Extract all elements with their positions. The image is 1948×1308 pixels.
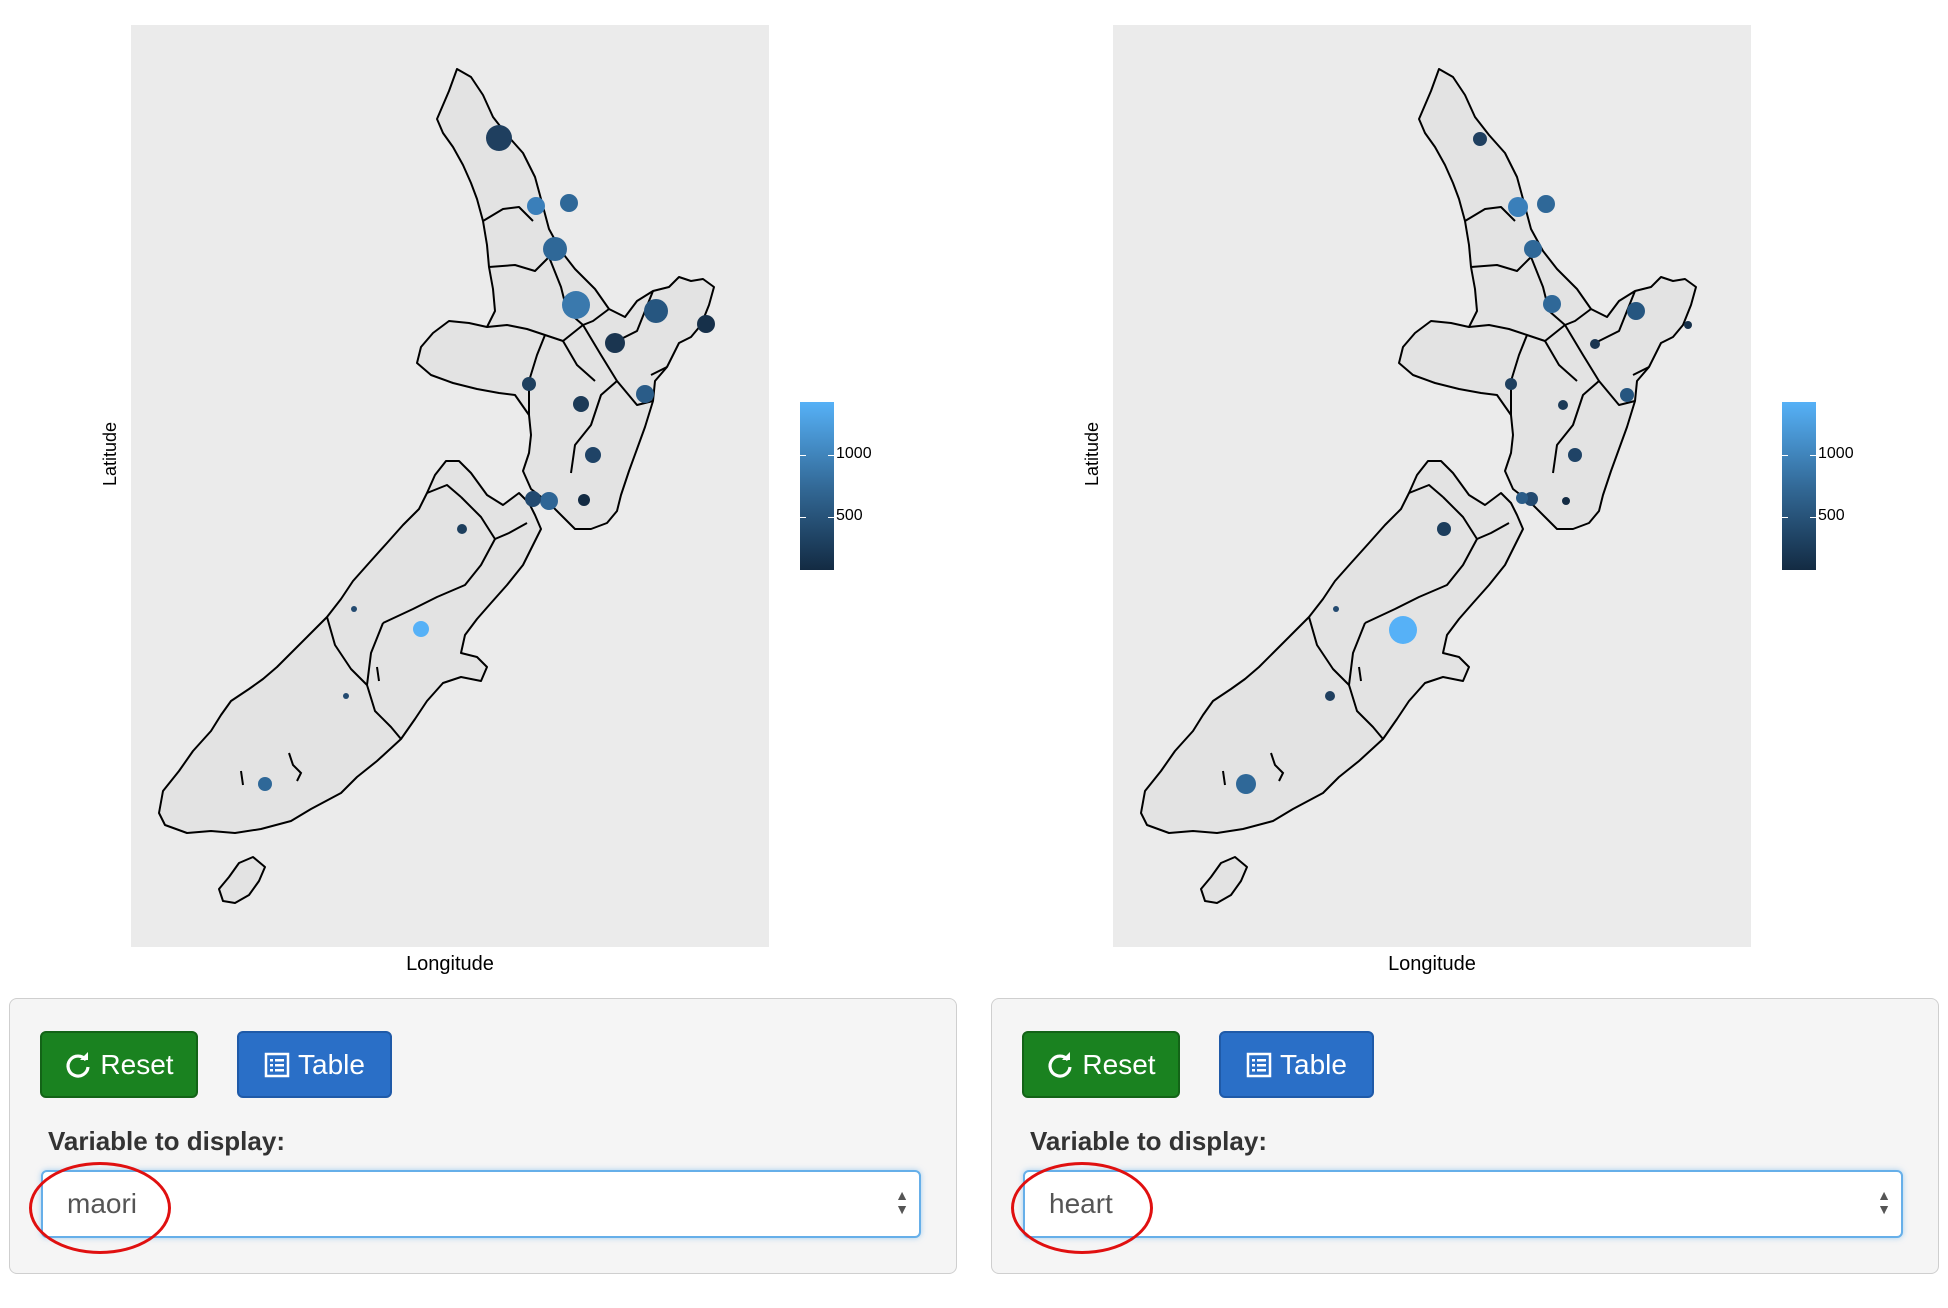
table-button[interactable]: Table (237, 1031, 392, 1098)
legend-label-low: 500 (1818, 507, 1845, 524)
legend-label-high: 1000 (1818, 445, 1854, 462)
annotation-circle (29, 1162, 171, 1254)
variable-select-label: Variable to display: (48, 1126, 285, 1156)
y-axis-label: Latitude (100, 421, 120, 486)
x-axis-label: Longitude (1388, 953, 1476, 975)
legend-label-low: 500 (836, 507, 863, 524)
refresh-icon (1048, 1051, 1073, 1078)
variable-select[interactable]: maori ▲ ▼ (41, 1170, 921, 1238)
annotation-circle (1011, 1162, 1153, 1254)
refresh-icon (66, 1051, 91, 1078)
legend-tick-mark (800, 455, 806, 456)
table-list-icon (1246, 1052, 1272, 1077)
nz-map (158, 68, 715, 904)
reset-button-label: Reset (100, 1048, 174, 1080)
legend-tick-mark (1810, 517, 1816, 518)
table-button[interactable]: Table (1219, 1031, 1374, 1098)
color-legend-bar (1782, 402, 1816, 570)
reset-button-label: Reset (1082, 1048, 1156, 1080)
table-button-label: Table (1280, 1048, 1347, 1080)
table-button-label: Table (298, 1048, 365, 1080)
select-arrows-icon: ▲ ▼ (1877, 1187, 1891, 1217)
legend-label-high: 1000 (836, 445, 872, 462)
legend-tick-mark (1782, 455, 1788, 456)
left-panel: Latitude Longitude 1000 500 Reset Table … (0, 0, 974, 1308)
x-axis-label: Longitude (406, 953, 494, 975)
reset-button[interactable]: Reset (40, 1031, 198, 1098)
legend-tick-mark (828, 517, 834, 518)
color-legend-bar (800, 402, 834, 570)
legend-tick-mark (800, 517, 806, 518)
y-axis-label: Latitude (1082, 421, 1102, 486)
variable-select[interactable]: heart ▲ ▼ (1023, 1170, 1903, 1238)
select-arrows-icon: ▲ ▼ (895, 1187, 909, 1217)
reset-button[interactable]: Reset (1022, 1031, 1180, 1098)
legend-tick-mark (828, 455, 834, 456)
nz-map (1140, 68, 1697, 904)
table-list-icon (264, 1052, 290, 1077)
legend-tick-mark (1782, 517, 1788, 518)
legend-tick-mark (1810, 455, 1816, 456)
right-panel: Latitude Longitude 1000 500 Reset Table … (982, 0, 1948, 1308)
variable-select-label: Variable to display: (1030, 1126, 1267, 1156)
